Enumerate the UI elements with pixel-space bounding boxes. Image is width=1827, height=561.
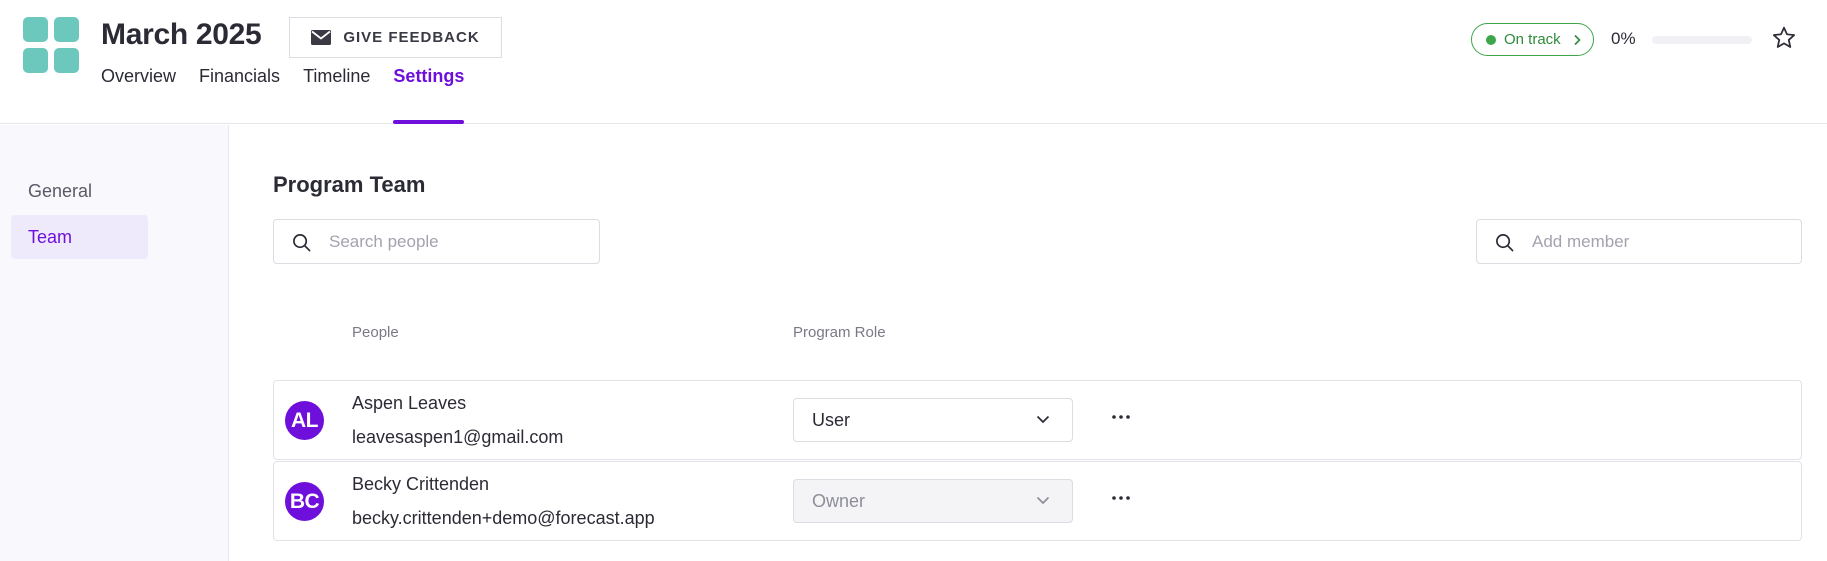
sidebar-item-team[interactable]: Team bbox=[11, 215, 148, 259]
avatar: BC bbox=[285, 482, 324, 521]
status-dot-icon bbox=[1486, 34, 1496, 45]
role-value: Owner bbox=[812, 490, 866, 511]
tab-settings[interactable]: Settings bbox=[393, 66, 465, 124]
give-feedback-label: GIVE FEEDBACK bbox=[343, 29, 480, 46]
chevron-down-icon bbox=[1036, 415, 1050, 424]
favorite-button[interactable] bbox=[1771, 25, 1797, 51]
avatar: AL bbox=[285, 401, 324, 440]
add-member-box bbox=[1476, 219, 1802, 264]
progress-bar bbox=[1652, 36, 1752, 44]
search-people-input[interactable] bbox=[329, 220, 589, 263]
main-tabs: Overview Financials Timeline Settings bbox=[101, 66, 487, 124]
tab-timeline[interactable]: Timeline bbox=[303, 66, 370, 124]
role-value: User bbox=[812, 409, 851, 430]
status-label: On track bbox=[1504, 31, 1561, 48]
progress-label: 0% bbox=[1611, 29, 1636, 48]
top-header: March 2025 GIVE FEEDBACK Overview Financ… bbox=[0, 0, 1827, 124]
more-horizontal-icon bbox=[1112, 496, 1130, 500]
member-name: Aspen Leaves bbox=[352, 393, 467, 413]
page-title: March 2025 bbox=[101, 18, 262, 51]
table-row: BC Becky Crittenden becky.crittenden+dem… bbox=[273, 461, 1802, 541]
search-icon bbox=[1496, 234, 1514, 252]
column-header-people: People bbox=[352, 324, 399, 341]
search-people-box bbox=[273, 219, 600, 264]
status-badge[interactable]: On track bbox=[1471, 23, 1594, 56]
table-row: AL Aspen Leaves leavesaspen1@gmail.com U… bbox=[273, 380, 1802, 460]
member-name: Becky Crittenden bbox=[352, 474, 490, 494]
chevron-right-icon bbox=[1574, 34, 1581, 45]
grid-logo-icon bbox=[23, 17, 79, 73]
star-icon bbox=[1772, 26, 1796, 48]
tab-financials[interactable]: Financials bbox=[199, 66, 280, 124]
settings-sidebar: General Team bbox=[0, 125, 229, 561]
envelope-icon bbox=[311, 30, 332, 45]
row-more-button[interactable] bbox=[1105, 482, 1137, 514]
more-horizontal-icon bbox=[1112, 415, 1130, 419]
row-more-button[interactable] bbox=[1105, 401, 1137, 433]
chevron-down-icon bbox=[1036, 496, 1050, 505]
tab-overview[interactable]: Overview bbox=[101, 66, 176, 124]
member-email: becky.crittenden+demo@forecast.app bbox=[352, 508, 655, 528]
role-select: Owner bbox=[793, 479, 1073, 523]
add-member-input[interactable] bbox=[1532, 220, 1792, 263]
member-email: leavesaspen1@gmail.com bbox=[352, 427, 564, 447]
sidebar-item-general[interactable]: General bbox=[11, 169, 148, 213]
section-title: Program Team bbox=[273, 172, 426, 197]
column-header-role: Program Role bbox=[793, 324, 886, 341]
search-icon bbox=[293, 234, 311, 252]
give-feedback-button[interactable]: GIVE FEEDBACK bbox=[289, 17, 502, 58]
role-select[interactable]: User bbox=[793, 398, 1073, 442]
